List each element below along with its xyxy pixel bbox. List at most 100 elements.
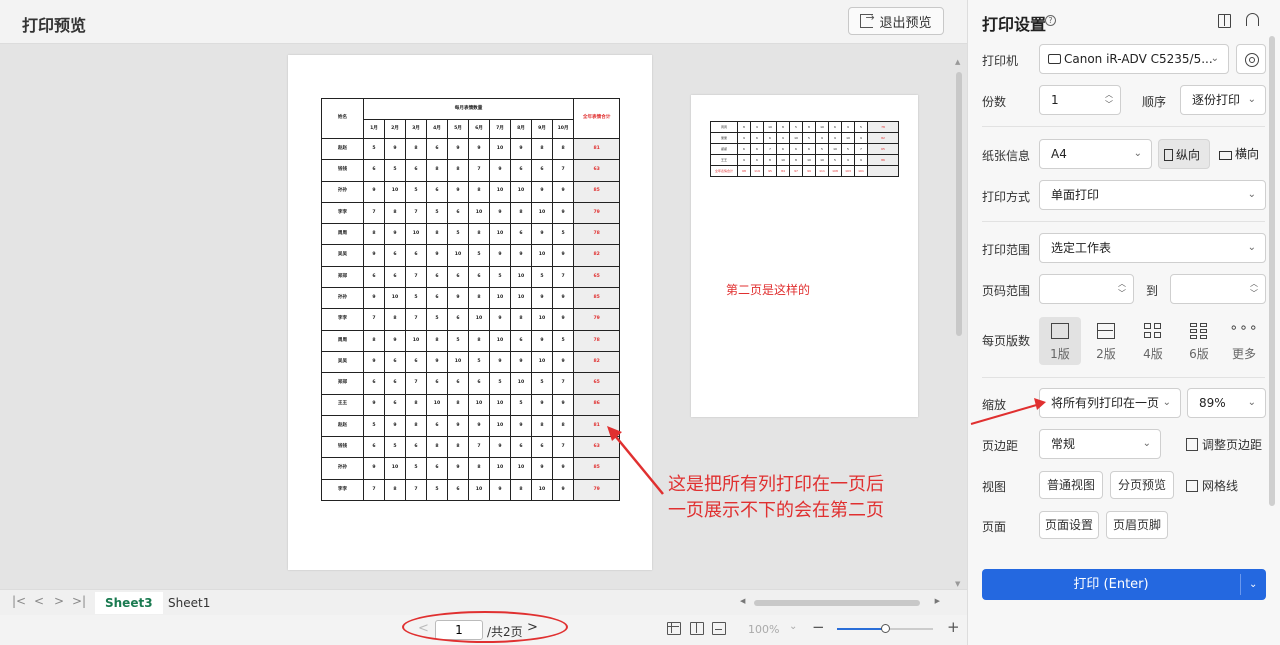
page-layout-view-icon[interactable] <box>712 622 726 635</box>
gridlines-toggle[interactable]: 网格线 <box>1186 477 1238 494</box>
exit-preview-button[interactable]: 退出预览 <box>848 7 944 35</box>
month-column-header: 3月 <box>405 119 427 139</box>
pages-per-sheet-2[interactable]: 2版 <box>1085 317 1127 365</box>
paper-value: A4 <box>1051 147 1067 161</box>
table-cell: 108 <box>828 165 842 177</box>
stepper-down-icon[interactable]: ﹀ <box>1250 290 1258 298</box>
scroll-up-icon[interactable]: ▲ <box>955 58 960 66</box>
panel-title: 打印设置 <box>982 15 1047 34</box>
pages-per-sheet-6[interactable]: 6版 <box>1178 317 1220 365</box>
horizontal-scrollbar[interactable]: ◀ ▶ <box>740 597 940 608</box>
table-cell: 6 <box>426 414 448 438</box>
table-cell: 10 <box>489 180 511 203</box>
panel-scrollbar[interactable] <box>1269 36 1275 506</box>
table-cell: 119 <box>750 165 764 177</box>
table-cell: 吴吴 <box>321 244 364 267</box>
paper-select[interactable]: A4 ⌄ <box>1039 139 1152 169</box>
pages-per-sheet-4[interactable]: 4版 <box>1132 317 1174 365</box>
table-cell: 钱钱 <box>321 436 364 459</box>
table-cell: 9 <box>841 154 855 166</box>
table-cell: 10 <box>384 180 406 203</box>
normal-view-icon[interactable] <box>667 622 681 635</box>
zoom-in-button[interactable]: + <box>947 618 960 636</box>
panel-scroll-thumb[interactable] <box>1269 36 1275 506</box>
table-cell: 9 <box>489 436 511 459</box>
table-row: 郑郑 6 6 7 6 6 6 5 10 5 7 65 <box>321 265 621 289</box>
scale-percent-select[interactable]: 89% ⌄ <box>1187 388 1266 418</box>
prev-sheet-icon[interactable]: < <box>34 594 44 608</box>
print-button[interactable]: 打印 (Enter) ⌄ <box>982 569 1266 600</box>
table-cell: 9 <box>854 154 868 166</box>
table-cell: 8 <box>426 159 448 182</box>
table-cell: 82 <box>867 132 899 144</box>
printer-settings-button[interactable] <box>1236 44 1266 74</box>
divider <box>982 377 1265 378</box>
pages-per-sheet-1[interactable]: 1版 <box>1039 317 1081 365</box>
vertical-scroll-thumb[interactable] <box>956 72 962 336</box>
adjust-margins-button[interactable]: 调整页边距 <box>1186 436 1262 453</box>
grid-icon <box>1186 480 1198 492</box>
page-range-to-label: 到 <box>1146 284 1159 298</box>
margin-select[interactable]: 常规 ⌄ <box>1039 429 1161 459</box>
orientation-landscape-button[interactable]: 横向 <box>1214 139 1264 169</box>
page-to-stepper[interactable]: ︿ ﹀ <box>1170 274 1266 304</box>
stepper-down-icon[interactable]: ﹀ <box>1118 290 1126 298</box>
chevron-down-icon[interactable]: ⌄ <box>1249 569 1257 600</box>
copies-stepper[interactable]: 1 ︿ ﹀ <box>1039 85 1121 115</box>
table-cell: 6 <box>447 201 469 225</box>
zoom-slider-knob[interactable] <box>881 624 890 633</box>
last-sheet-icon[interactable]: >| <box>72 594 86 608</box>
printer-select[interactable]: Canon iR-ADV C5235/5... ⌄ <box>1039 44 1229 74</box>
tab-sheet1[interactable]: Sheet1 <box>158 592 220 614</box>
table-cell: 8 <box>468 287 490 310</box>
table-cell: 9 <box>384 414 406 438</box>
order-label: 顺序 <box>1142 95 1167 109</box>
table-cell: 10 <box>789 132 803 144</box>
orientation-portrait-button[interactable]: 纵向 <box>1158 139 1210 169</box>
tab-sheet3[interactable]: Sheet3 <box>95 592 163 614</box>
table-cell: 7 <box>405 478 427 502</box>
panel-layout-icon[interactable] <box>1218 14 1231 28</box>
zoom-percent[interactable]: 100% <box>748 623 779 636</box>
table-cell: 5 <box>828 154 842 166</box>
zoom-dropdown-icon[interactable]: ⌄ <box>789 621 797 632</box>
table-cell: 9 <box>363 350 385 374</box>
scale-select[interactable]: 将所有列打印在一页 ⌄ <box>1039 388 1181 418</box>
table-cell: 6 <box>789 143 803 155</box>
stepper-up-icon[interactable]: ︿ <box>1250 280 1258 288</box>
zoom-slider[interactable] <box>837 624 933 633</box>
scroll-left-icon[interactable]: ◀ <box>740 597 745 605</box>
page-from-stepper[interactable]: ︿ ﹀ <box>1039 274 1134 304</box>
pages-per-sheet-1-label: 1版 <box>1050 347 1070 361</box>
stepper-up-icon[interactable]: ︿ <box>1105 91 1113 99</box>
month-column-header: 6月 <box>468 119 490 139</box>
table-cell: 9 <box>531 287 553 310</box>
page-setup-button[interactable]: 页面设置 <box>1039 511 1099 539</box>
gridlines-label: 网格线 <box>1202 479 1239 493</box>
next-sheet-icon[interactable]: > <box>54 594 64 608</box>
total-column-header: 全年表情合计 <box>573 98 621 139</box>
table-cell: 9 <box>363 180 385 203</box>
page-break-preview-button[interactable]: 分页预览 <box>1110 471 1174 499</box>
first-sheet-icon[interactable]: |< <box>12 594 26 608</box>
header-footer-button[interactable]: 页眉页脚 <box>1106 511 1168 539</box>
scroll-down-icon[interactable]: ▼ <box>955 580 960 588</box>
table-cell: 周周 <box>321 329 364 352</box>
table-cell: 9 <box>531 457 553 480</box>
stepper-up-icon[interactable]: ︿ <box>1118 280 1126 288</box>
scroll-right-icon[interactable]: ▶ <box>935 597 940 605</box>
zoom-out-button[interactable]: − <box>812 618 825 636</box>
print-range-select[interactable]: 选定工作表 ⌄ <box>1039 233 1266 263</box>
stepper-down-icon[interactable]: ﹀ <box>1105 101 1113 109</box>
pages-per-sheet-more[interactable]: ∘∘∘ 更多 <box>1223 317 1265 365</box>
normal-view-button[interactable]: 普通视图 <box>1039 471 1103 499</box>
table-cell: 8 <box>447 436 469 459</box>
page-break-view-icon[interactable] <box>690 622 704 635</box>
help-icon[interactable]: ? <box>1045 15 1056 26</box>
print-mode-select[interactable]: 单面打印 ⌄ <box>1039 180 1266 210</box>
horizontal-scroll-thumb[interactable] <box>754 600 920 606</box>
annotation-text: 这是把所有列打印在一页后 一页展示不下的会在第二页 <box>668 472 884 524</box>
headset-icon[interactable] <box>1246 13 1259 26</box>
vertical-scrollbar[interactable]: ▲ ▼ <box>955 58 963 588</box>
order-select[interactable]: 逐份打印 ⌄ <box>1180 85 1266 115</box>
